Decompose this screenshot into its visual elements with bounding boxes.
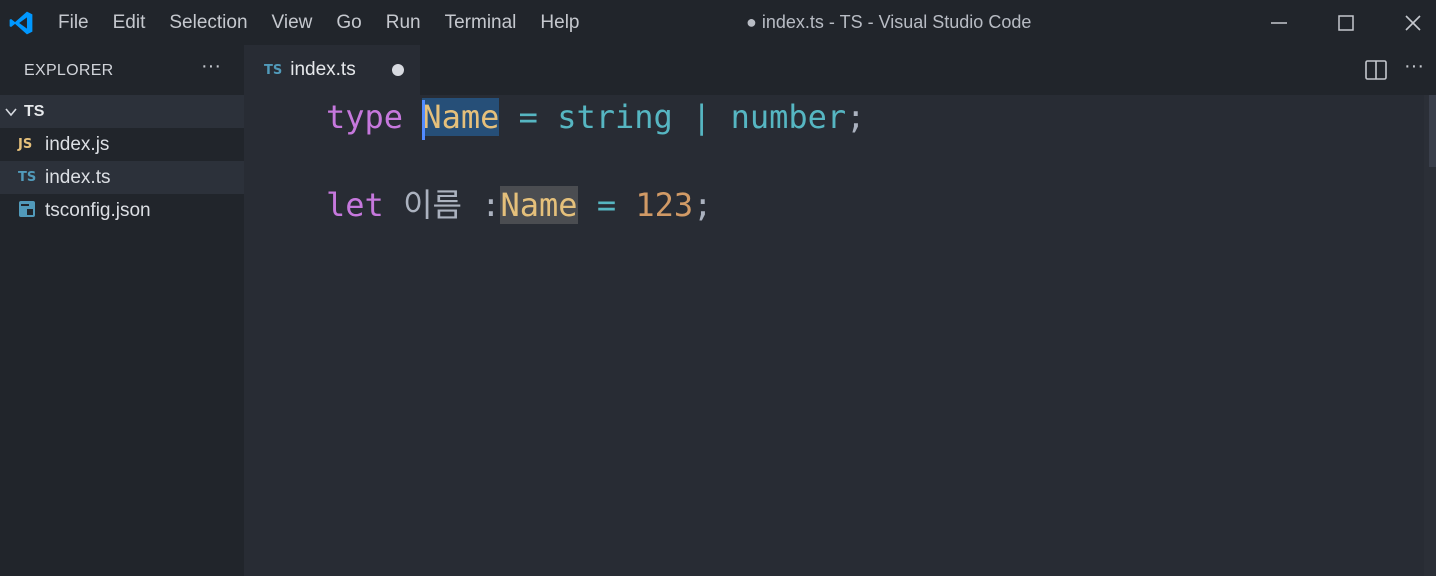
file-name: index.ts xyxy=(45,166,111,188)
menu-view[interactable]: View xyxy=(272,12,313,34)
semicolon: ; xyxy=(693,186,713,224)
explorer-more-button[interactable]: ··· xyxy=(198,55,224,81)
file-name: tsconfig.json xyxy=(45,199,151,221)
ts-file-icon: TS xyxy=(18,170,37,185)
variable-name: 이름 xyxy=(403,186,462,224)
text-cursor xyxy=(422,100,426,140)
menu-selection[interactable]: Selection xyxy=(169,12,247,34)
vscode-logo-icon[interactable] xyxy=(8,10,34,36)
editor-tabs-bar: TS index.ts ··· xyxy=(244,45,1436,95)
file-index-js[interactable]: JS index.js xyxy=(0,128,244,161)
menu-edit[interactable]: Edit xyxy=(113,12,146,34)
highlighted-type-reference: Name xyxy=(500,186,578,224)
close-icon xyxy=(1405,15,1421,31)
window-title: ● index.ts - TS - Visual Studio Code xyxy=(746,12,1032,32)
minimize-icon xyxy=(1271,22,1287,24)
file-name: index.js xyxy=(45,133,110,155)
code-line-2[interactable]: let 이름 :Name = 123; xyxy=(326,183,712,227)
explorer-title: EXPLORER xyxy=(24,62,114,79)
menu-go[interactable]: Go xyxy=(336,12,361,34)
menu-terminal[interactable]: Terminal xyxy=(445,12,517,34)
semicolon: ; xyxy=(846,98,866,136)
editor-scrollbar[interactable] xyxy=(1424,95,1436,576)
chevron-down-icon xyxy=(5,107,17,116)
menu-help[interactable]: Help xyxy=(540,12,579,34)
tsconfig-file-icon xyxy=(18,200,38,222)
split-editor-icon[interactable] xyxy=(1364,58,1388,82)
maximize-icon xyxy=(1338,15,1354,31)
colon: : xyxy=(481,186,501,224)
type-number: number xyxy=(730,98,847,136)
scrollbar-thumb[interactable] xyxy=(1429,95,1436,167)
explorer-header: EXPLORER ··· xyxy=(0,45,244,95)
minimize-button[interactable] xyxy=(1262,6,1296,40)
keyword-let: let xyxy=(326,186,384,224)
number-literal: 123 xyxy=(635,186,694,224)
folder-ts[interactable]: TS xyxy=(0,95,244,128)
folder-name: TS xyxy=(24,102,45,120)
operator-equals: = xyxy=(518,98,538,136)
operator-pipe: | xyxy=(692,98,712,136)
file-tsconfig-json[interactable]: tsconfig.json xyxy=(0,194,244,227)
file-index-ts[interactable]: TS index.ts xyxy=(0,161,244,194)
maximize-button[interactable] xyxy=(1329,6,1363,40)
js-file-icon: JS xyxy=(18,137,33,152)
operator-equals: = xyxy=(596,186,617,224)
selected-type-name[interactable]: Name xyxy=(422,98,500,140)
keyword-type: type xyxy=(326,98,404,136)
menu-run[interactable]: Run xyxy=(386,12,421,34)
unsaved-dot-icon[interactable] xyxy=(392,64,404,76)
close-window-button[interactable] xyxy=(1396,6,1430,40)
tab-index-ts[interactable]: TS index.ts xyxy=(244,45,420,95)
title-bar: File Edit Selection View Go Run Terminal… xyxy=(0,0,1436,45)
menu-bar: File Edit Selection View Go Run Terminal… xyxy=(58,0,604,45)
menu-file[interactable]: File xyxy=(58,12,89,34)
code-editor[interactable]: type Name = string | number; let 이름 :Nam… xyxy=(244,95,1436,576)
editor-more-button[interactable]: ··· xyxy=(1401,55,1427,81)
code-line-1[interactable]: type Name = string | number; xyxy=(326,95,866,140)
explorer-sidebar: EXPLORER ··· TS JS index.js TS index.ts … xyxy=(0,45,244,576)
ts-file-icon: TS xyxy=(264,62,283,78)
type-string: string xyxy=(557,98,673,136)
tab-label: index.ts xyxy=(290,59,356,80)
type-name-text: Name xyxy=(422,98,500,136)
